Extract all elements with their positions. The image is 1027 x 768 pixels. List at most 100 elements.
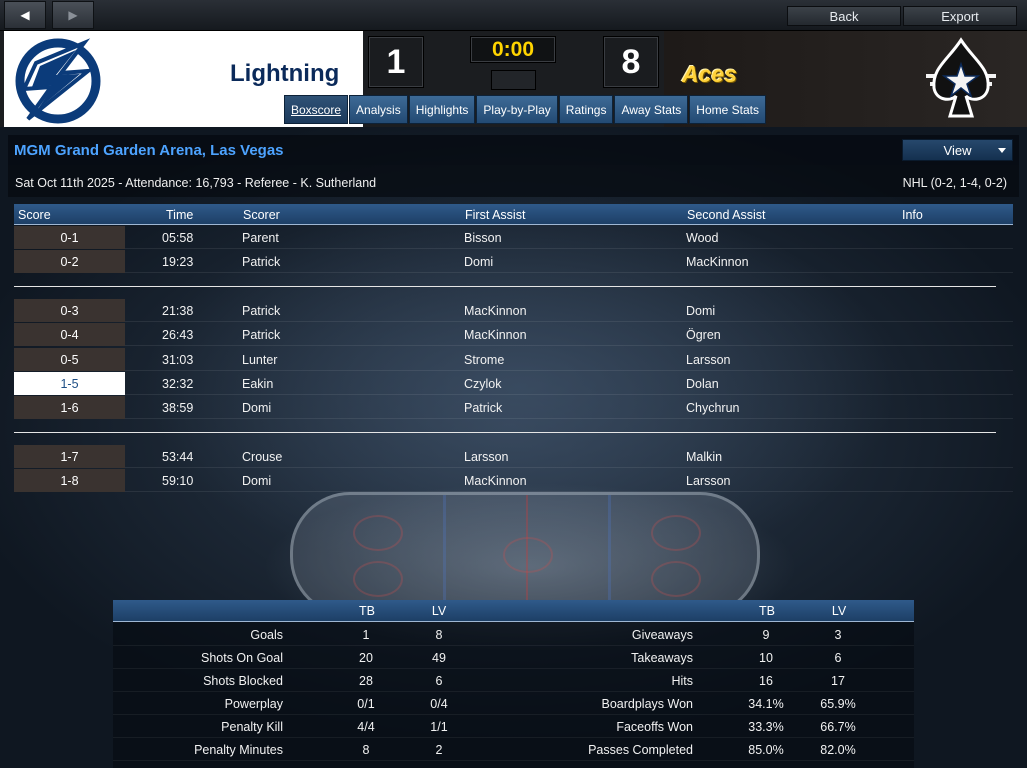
goal-first-assist: Larsson [464, 450, 509, 464]
table-row[interactable]: 0-4 26:43 Patrick MacKinnon Ögren [14, 323, 1013, 346]
venue-title: MGM Grand Garden Arena, Las Vegas [14, 142, 284, 159]
goal-score: 0-5 [14, 348, 125, 371]
goal-time: 59:10 [162, 474, 194, 488]
stat-label: Boardplays Won [601, 697, 694, 711]
table-row[interactable]: 0-5 31:03 Lunter Strome Larsson [14, 348, 1013, 371]
goal-scorer: Patrick [242, 304, 281, 318]
stat-label: Goals [250, 628, 283, 642]
goal-second-assist: Malkin [686, 450, 723, 464]
goal-scorer: Patrick [242, 255, 281, 269]
stat-home-value: 1 [362, 628, 370, 642]
period-divider [14, 432, 996, 433]
col-second-assist[interactable]: Second Assist [687, 208, 766, 222]
tab-boxscore[interactable]: Boxscore [284, 95, 349, 124]
goal-score: 1-7 [14, 445, 125, 468]
col-time[interactable]: Time [166, 208, 193, 222]
stat-home-value: 4/4 [357, 720, 375, 734]
stat-away-value: 3 [834, 628, 842, 642]
table-row[interactable]: 1-7 53:44 Crouse Larsson Malkin [14, 445, 1013, 468]
view-label: View [943, 142, 972, 158]
stat-home-value: 9 [762, 628, 770, 642]
arrow-right-icon: ▶ [68, 8, 78, 22]
spade-star-logo [926, 37, 996, 118]
goal-second-assist: Chychrun [686, 401, 740, 415]
back-button[interactable]: Back [787, 6, 901, 26]
goal-score: 1-5 [14, 372, 125, 395]
goal-first-assist: Strome [464, 353, 505, 367]
stat-label: Faceoffs Won [616, 720, 693, 734]
goal-second-assist: Dolan [686, 377, 719, 391]
tab-ratings[interactable]: Ratings [558, 95, 614, 124]
venue-bar: MGM Grand Garden Arena, Las Vegas View [8, 135, 1019, 165]
col-first-assist[interactable]: First Assist [465, 208, 525, 222]
tab-away-stats[interactable]: Away Stats [614, 95, 689, 124]
tab-play-by-play[interactable]: Play-by-Play [476, 95, 558, 124]
home-score: 1 [368, 36, 424, 88]
stat-away-value: 1/1 [430, 720, 448, 734]
table-row[interactable]: 1-5 32:32 Eakin Czylok Dolan [14, 372, 1013, 395]
goal-second-assist: Wood [686, 231, 719, 245]
goal-second-assist: MacKinnon [686, 255, 749, 269]
stats-away-abbr-left: LV [431, 604, 447, 618]
stat-home-value: 20 [359, 651, 373, 665]
stat-home-value: 8 [362, 743, 370, 757]
goal-time: 32:32 [162, 377, 194, 391]
game-clock: 0:00 [470, 36, 556, 63]
stat-home-value: 16 [759, 674, 773, 688]
stat-row: Penalty Minutes 8 2 Passes Completed 85.… [113, 738, 914, 761]
stat-away-value: 65.9% [820, 697, 856, 711]
goal-first-assist: Czylok [464, 377, 502, 391]
stat-label: Takeaways [631, 651, 693, 665]
table-row[interactable]: 0-1 05:58 Parent Bisson Wood [14, 226, 1013, 249]
stat-away-value: 8 [435, 628, 443, 642]
col-info[interactable]: Info [902, 208, 923, 222]
stat-label: Shots On Goal [201, 651, 283, 665]
goal-scorer: Domi [242, 401, 272, 415]
stat-label: Passes Completed [588, 743, 693, 757]
goal-time: 05:58 [162, 231, 194, 245]
goal-time: 38:59 [162, 401, 194, 415]
tab-home-stats[interactable]: Home Stats [689, 95, 766, 124]
goal-scorer: Domi [242, 474, 272, 488]
nav-forward-button[interactable]: ▶ [52, 1, 94, 29]
away-score: 8 [603, 36, 659, 88]
stat-label: Hits [671, 674, 693, 688]
game-details: Sat Oct 11th 2025 - Attendance: 16,793 -… [15, 176, 377, 190]
goal-time: 53:44 [162, 450, 194, 464]
goal-scorer: Parent [242, 231, 279, 245]
export-button[interactable]: Export [903, 6, 1017, 26]
goal-score: 1-6 [14, 396, 125, 419]
nav-back-button[interactable]: ◀ [4, 1, 46, 29]
stat-row: Shots On Goal 20 49 Takeaways 10 6 [113, 646, 914, 669]
table-row[interactable]: 1-6 38:59 Domi Patrick Chychrun [14, 396, 1013, 419]
boxscore-main: MGM Grand Garden Arena, Las Vegas View S… [0, 127, 1027, 768]
stat-away-value: 17 [831, 674, 845, 688]
stat-label: Penalty Minutes [194, 743, 283, 757]
goal-time: 31:03 [162, 353, 194, 367]
goal-second-assist: Ögren [686, 328, 721, 342]
col-scorer[interactable]: Scorer [243, 208, 280, 222]
stat-label: Giveaways [631, 628, 693, 642]
goal-score: 0-1 [14, 226, 125, 249]
stat-home-value: 33.3% [748, 720, 784, 734]
goal-score: 0-3 [14, 299, 125, 322]
stats-away-abbr-right: LV [831, 604, 847, 618]
stats-header: TB LV TB LV [113, 600, 914, 622]
arrow-left-icon: ◀ [20, 8, 30, 22]
table-row[interactable]: 0-2 19:23 Patrick Domi MacKinnon [14, 250, 1013, 273]
stat-home-value: 28 [359, 674, 373, 688]
stat-home-value: 34.1% [748, 697, 784, 711]
stats-home-abbr-left: TB [359, 604, 375, 618]
goal-first-assist: Bisson [464, 231, 502, 245]
stat-away-value: 6 [834, 651, 842, 665]
tab-analysis[interactable]: Analysis [349, 95, 408, 124]
chevron-down-icon [998, 148, 1006, 153]
table-row[interactable]: 1-8 59:10 Domi MacKinnon Larsson [14, 469, 1013, 492]
table-row[interactable]: 0-3 21:38 Patrick MacKinnon Domi [14, 299, 1013, 322]
col-score[interactable]: Score [18, 208, 51, 222]
stat-row: Shots Blocked 28 6 Hits 16 17 [113, 669, 914, 692]
goal-first-assist: MacKinnon [464, 304, 527, 318]
view-dropdown[interactable]: View [902, 139, 1013, 161]
tab-highlights[interactable]: Highlights [408, 95, 476, 124]
home-team-name: Lightning [230, 60, 340, 87]
